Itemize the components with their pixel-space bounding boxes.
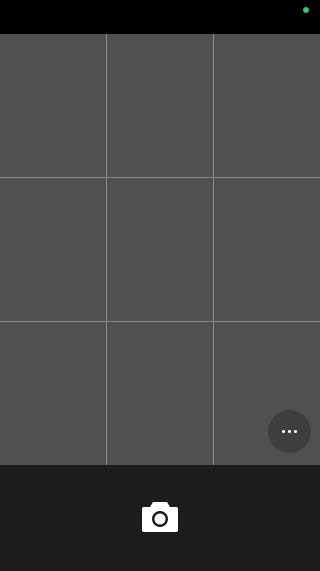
more-horizontal-icon (282, 430, 297, 433)
grid-line-vertical-1 (106, 34, 107, 465)
shutter-button[interactable] (141, 499, 179, 533)
grid-line-vertical-2 (213, 34, 214, 465)
grid-line-horizontal-2 (0, 321, 320, 322)
camera-icon (142, 502, 178, 532)
grid-line-horizontal-1 (0, 177, 320, 178)
camera-viewfinder[interactable] (0, 34, 320, 465)
status-bar (0, 0, 320, 34)
status-indicator-dot (303, 7, 309, 13)
bottom-control-bar (0, 465, 320, 571)
camera-screen (0, 0, 320, 571)
more-options-button[interactable] (268, 410, 311, 453)
